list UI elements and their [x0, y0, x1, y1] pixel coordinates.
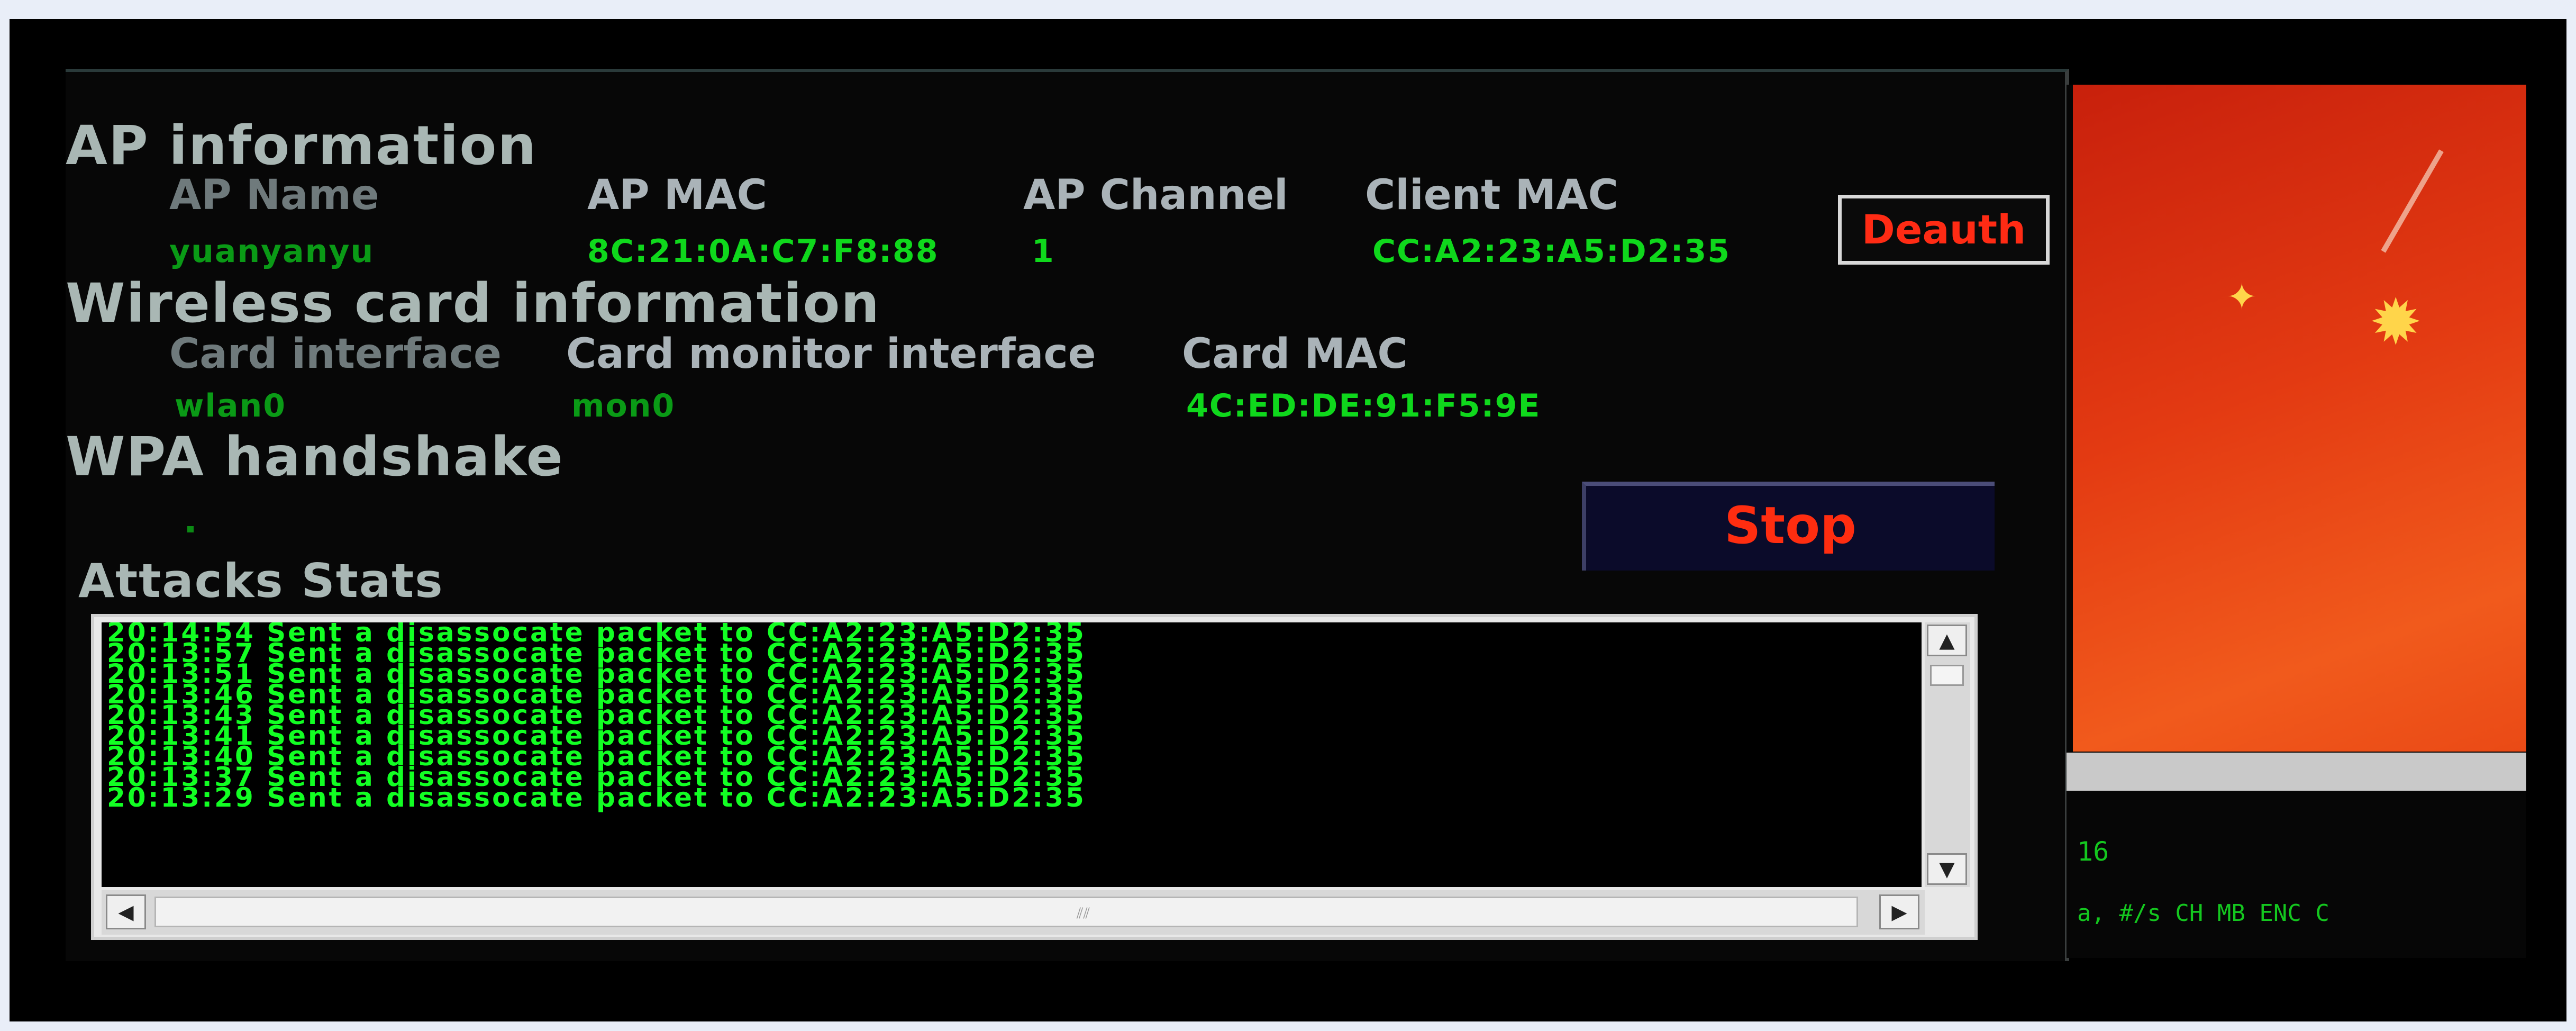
ap-name-value: yuanyanyu [169, 233, 375, 270]
attack-panel: AP information AP Name yuanyanyu AP MAC … [66, 69, 2069, 961]
ap-channel-value: 1 [1032, 233, 1055, 270]
card-mac-label: Card MAC [1182, 330, 1408, 378]
handshake-heading: WPA handshake [66, 426, 564, 489]
attack-log[interactable]: 20:14:54 Sent a disassocate packet to CC… [102, 622, 1922, 887]
wallpaper-swoosh [2289, 96, 2444, 253]
vertical-scroll-thumb[interactable] [1930, 665, 1964, 686]
background-desktop: ✦ ✹ 16 a, #/s CH MB ENC C [2067, 85, 2526, 958]
client-mac-value: CC:A2:23:A5:D2:35 [1372, 233, 1731, 270]
attack-log-box: 20:14:54 Sent a disassocate packet to CC… [91, 614, 1978, 940]
deauth-button[interactable]: Deauth [1838, 195, 2050, 265]
client-mac-label: Client MAC [1365, 171, 1618, 219]
stop-button[interactable]: Stop [1582, 482, 1995, 571]
handshake-status-dot [187, 526, 194, 532]
log-line: 20:13:29 Sent a disassocate packet to CC… [107, 782, 1086, 813]
horizontal-scrollbar[interactable]: ◀ ⫽⫽ ▶ [102, 890, 1925, 935]
card-monitor-value: mon0 [571, 387, 676, 424]
card-interface-label: Card interface [169, 330, 502, 378]
ap-channel-label: AP Channel [1023, 171, 1288, 219]
attacks-heading: Attacks Stats [78, 554, 444, 608]
window-bar [2067, 753, 2526, 791]
sparkle-icon: ✦ [2226, 275, 2258, 319]
card-interface-value: wlan0 [175, 387, 286, 424]
ap-name-label: AP Name [169, 171, 379, 219]
card-info-heading: Wireless card information [66, 272, 881, 335]
card-monitor-label: Card monitor interface [566, 330, 1096, 378]
terminal-header: a, #/s CH MB ENC C [2077, 900, 2329, 927]
vertical-scrollbar[interactable]: ▲ ▼ [1925, 622, 1970, 887]
scroll-right-arrow-icon[interactable]: ▶ [1879, 894, 1919, 929]
terminal-line: 16 [2077, 836, 2109, 867]
horizontal-scroll-thumb[interactable]: ⫽⫽ [154, 897, 1858, 927]
grip-icon: ⫽⫽ [1077, 905, 1090, 922]
ap-mac-value: 8C:21:0A:C7:F8:88 [587, 233, 939, 270]
sparkle-icon: ✹ [2369, 286, 2423, 359]
ap-mac-label: AP MAC [587, 171, 767, 219]
scroll-up-arrow-icon[interactable]: ▲ [1927, 625, 1967, 656]
desktop-wallpaper: ✦ ✹ [2073, 85, 2526, 752]
card-mac-value: 4C:ED:DE:91:F5:9E [1186, 387, 1541, 424]
ap-info-heading: AP information [66, 114, 538, 177]
scroll-left-arrow-icon[interactable]: ◀ [106, 894, 146, 929]
scroll-down-arrow-icon[interactable]: ▼ [1927, 853, 1967, 885]
